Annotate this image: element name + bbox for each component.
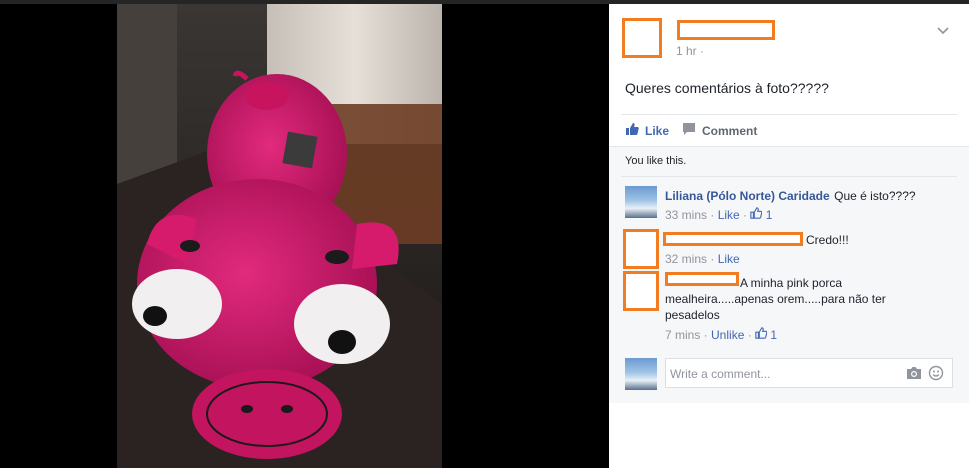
post-text: Queres comentários à foto?????: [625, 80, 829, 96]
commenter-avatar-redacted[interactable]: [623, 271, 659, 311]
comment-text: Que é isto????: [834, 189, 916, 203]
commenter-name-redacted[interactable]: [663, 232, 803, 246]
like-label: Like: [645, 123, 670, 138]
commenter-name[interactable]: Liliana (Pólo Norte) Caridade: [665, 189, 830, 203]
divider: [621, 176, 957, 177]
like-button[interactable]: Like: [625, 122, 669, 139]
comment-label: Comment: [702, 123, 758, 138]
like-summary[interactable]: You like this.: [625, 155, 686, 167]
privacy-separator: ·: [700, 44, 705, 58]
comment-like-count[interactable]: 1: [755, 327, 778, 342]
post-photo[interactable]: [117, 4, 442, 468]
comment-time[interactable]: 32 mins: [665, 252, 707, 266]
divider: [621, 114, 957, 115]
post-time[interactable]: 1 hr: [676, 44, 697, 58]
comment-like-link[interactable]: Like: [718, 208, 740, 222]
comment-1-meta: 33 mins · Like · 1: [665, 207, 773, 222]
commenter-avatar-redacted[interactable]: [623, 229, 659, 269]
comment-text: A minha pink porca mealheira.....apenas …: [665, 276, 886, 322]
comment-input-placeholder: Write a comment...: [670, 367, 771, 381]
comment-time[interactable]: 7 mins: [665, 328, 700, 342]
speech-bubble-icon: [682, 122, 696, 139]
comment-3-meta: 7 mins · Unlike · 1: [665, 327, 778, 342]
comment-like-link[interactable]: Like: [718, 252, 740, 266]
thumbs-up-icon: [750, 207, 763, 219]
like-count-value: 1: [765, 208, 773, 222]
comment-unlike-link[interactable]: Unlike: [711, 328, 744, 342]
pink-piggy-bank-image: [117, 4, 442, 468]
author-avatar-redacted[interactable]: [622, 18, 662, 58]
comment-1: Liliana (Pólo Norte) Caridade Que é isto…: [665, 187, 955, 205]
post-timestamp[interactable]: 1 hr ·: [676, 44, 704, 58]
post-side-panel: 1 hr · Queres comentários à foto????? Li…: [609, 4, 969, 468]
own-avatar[interactable]: [625, 358, 657, 390]
comment-button[interactable]: Comment: [682, 122, 757, 139]
smiley-icon[interactable]: [928, 365, 944, 381]
comment-time[interactable]: 33 mins: [665, 208, 707, 222]
chevron-down-icon[interactable]: [935, 22, 951, 38]
comment-like-count[interactable]: 1: [750, 207, 773, 222]
comment-2-meta: 32 mins · Like: [665, 252, 740, 266]
like-count-value: 1: [770, 328, 778, 342]
thumbs-up-icon: [625, 122, 639, 139]
photo-stage: [0, 4, 609, 468]
commenter-avatar[interactable]: [625, 186, 657, 218]
author-name-redacted[interactable]: [677, 20, 775, 40]
thumbs-up-icon: [755, 327, 768, 339]
camera-icon[interactable]: [906, 366, 922, 380]
comment-text: Credo!!!: [806, 233, 849, 247]
